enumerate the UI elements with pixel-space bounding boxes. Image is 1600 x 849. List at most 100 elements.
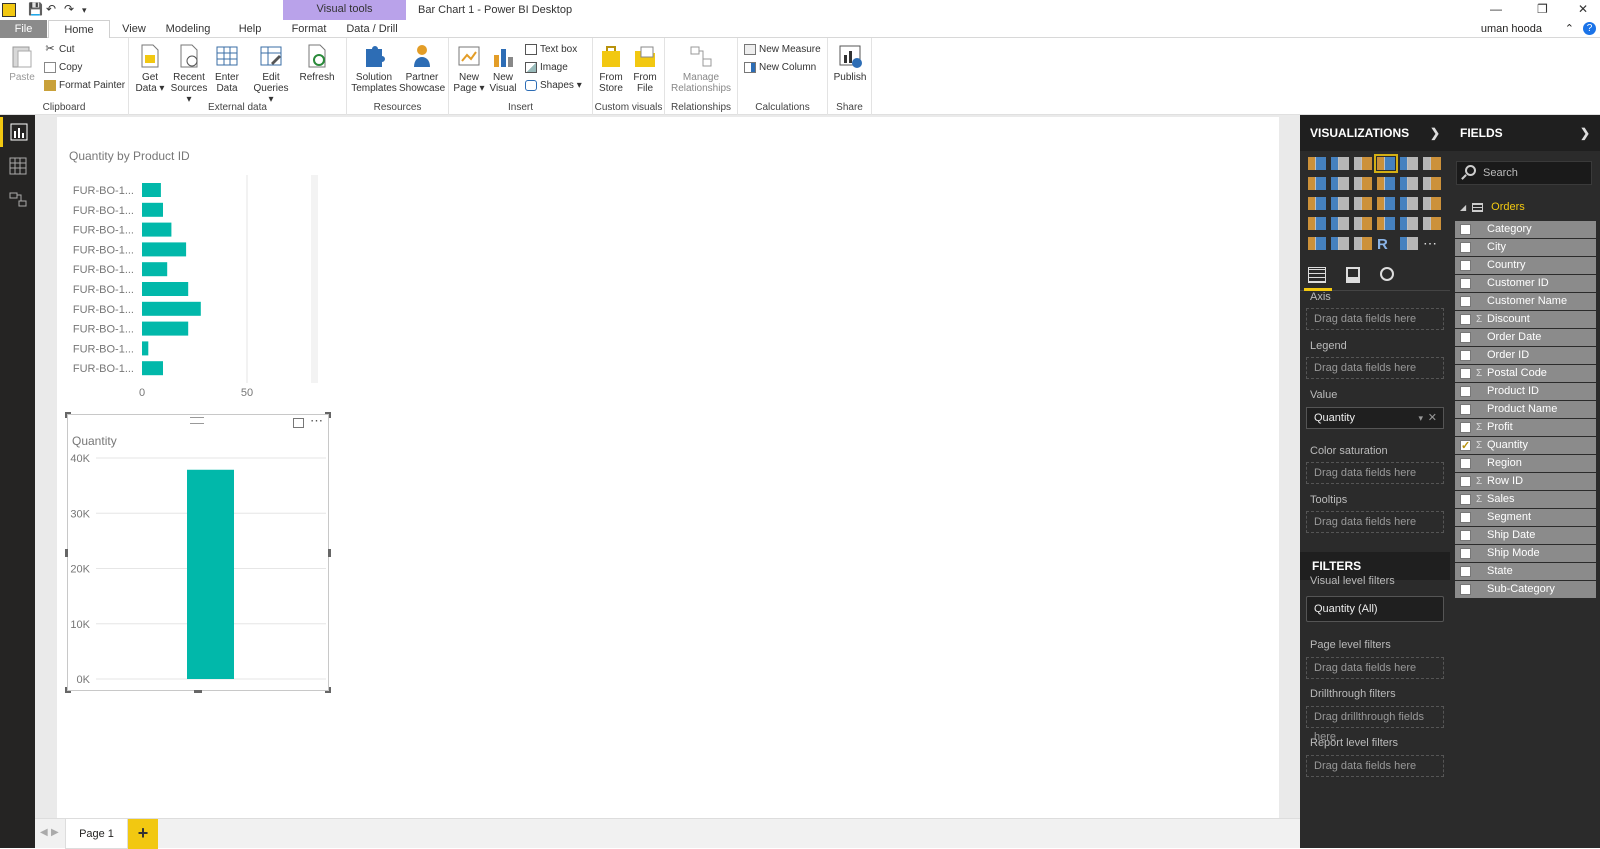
redo-icon[interactable]: ↷ — [64, 2, 74, 16]
field-item[interactable]: Customer ID — [1455, 275, 1596, 292]
add-page-button[interactable]: + — [128, 819, 158, 849]
quantity-visual[interactable]: Quantity ⋯ 0K 10K 20K 30K 40K — [65, 412, 331, 693]
field-item[interactable]: Customer Name — [1455, 293, 1596, 310]
minimize-icon[interactable]: — — [1490, 2, 1502, 16]
format-painter-button[interactable]: Format Painter — [44, 78, 125, 94]
100-stacked-column-visual-icon[interactable] — [1423, 157, 1441, 170]
field-checkbox[interactable] — [1460, 368, 1471, 379]
line-clustered-column-visual-icon[interactable] — [1400, 177, 1418, 190]
table-visual-icon[interactable] — [1331, 237, 1349, 250]
resize-handle[interactable] — [65, 549, 68, 557]
field-checkbox[interactable] — [1460, 458, 1471, 469]
globe-visual-icon[interactable] — [1400, 237, 1418, 250]
restore-icon[interactable]: ❐ — [1537, 2, 1548, 16]
field-item[interactable]: Ship Mode — [1455, 545, 1596, 562]
field-checkbox[interactable] — [1460, 278, 1471, 289]
matrix-visual-icon[interactable] — [1354, 237, 1372, 250]
quick-access-dropdown-icon[interactable]: ▾ — [82, 5, 87, 16]
collapse-fields-icon[interactable]: ❯ — [1580, 115, 1590, 151]
undo-icon[interactable]: ↶ — [46, 2, 56, 16]
fields-tab-icon[interactable] — [1308, 267, 1326, 283]
donut-visual-icon[interactable] — [1377, 197, 1395, 210]
slicer-visual-icon[interactable] — [1308, 237, 1326, 250]
field-item[interactable]: State — [1455, 563, 1596, 580]
collapse-visualizations-icon[interactable]: ❯ — [1430, 115, 1440, 151]
report-filters-well[interactable]: Drag data fields here — [1306, 755, 1444, 777]
field-checkbox[interactable] — [1460, 566, 1471, 577]
page-filters-well[interactable]: Drag data fields here — [1306, 657, 1444, 679]
remove-value-icon[interactable]: ✕ — [1428, 408, 1437, 428]
save-icon[interactable]: 💾 — [28, 2, 43, 16]
resize-handle[interactable] — [65, 412, 71, 418]
enter-data-button[interactable]: Enter Data — [211, 43, 243, 94]
field-checkbox[interactable] — [1460, 260, 1471, 271]
resize-handle[interactable] — [325, 412, 331, 418]
treemap-visual-icon[interactable] — [1400, 197, 1418, 210]
field-checkbox[interactable] — [1460, 512, 1471, 523]
map-visual-icon[interactable] — [1423, 197, 1441, 210]
field-checkbox[interactable] — [1460, 530, 1471, 541]
tab-file[interactable]: File — [0, 20, 47, 38]
from-store-button[interactable]: From Store — [595, 43, 627, 94]
gauge-visual-icon[interactable] — [1354, 217, 1372, 230]
value-well[interactable]: Quantity ▾ ✕ — [1306, 407, 1444, 429]
field-item[interactable]: Sub-Category — [1455, 581, 1596, 598]
collapse-ribbon-icon[interactable]: ⌃ — [1565, 22, 1574, 35]
field-item[interactable]: Product Name — [1455, 401, 1596, 418]
field-item[interactable]: Σ Discount — [1455, 311, 1596, 328]
cut-button[interactable]: ✂ Cut — [44, 42, 74, 58]
tab-home[interactable]: Home — [48, 20, 110, 39]
edit-queries-button[interactable]: Edit Queries ▾ — [251, 43, 291, 105]
new-column-button[interactable]: New Column — [744, 60, 816, 76]
manage-relationships-button[interactable]: Manage Relationships — [667, 43, 735, 94]
field-item[interactable]: Order ID — [1455, 347, 1596, 364]
field-checkbox[interactable] — [1460, 404, 1471, 415]
kpi-visual-icon[interactable] — [1423, 217, 1441, 230]
pie-visual-icon[interactable] — [1354, 197, 1372, 210]
scatter-visual-icon[interactable] — [1331, 197, 1349, 210]
stacked-column-visual-icon[interactable] — [1331, 157, 1349, 170]
new-visual-button[interactable]: New Visual — [487, 43, 519, 94]
field-item[interactable]: Region — [1455, 455, 1596, 472]
field-checkbox[interactable] — [1460, 314, 1471, 325]
axis-well[interactable]: Drag data fields here — [1306, 308, 1444, 330]
field-item[interactable]: Σ Quantity — [1455, 437, 1596, 455]
close-icon[interactable]: ✕ — [1578, 2, 1588, 16]
legend-well[interactable]: Drag data fields here — [1306, 357, 1444, 379]
text-box-button[interactable]: Text box — [525, 42, 577, 58]
field-checkbox[interactable] — [1460, 438, 1471, 455]
field-checkbox[interactable] — [1460, 224, 1471, 235]
field-checkbox[interactable] — [1460, 548, 1471, 559]
format-paint-roller-icon[interactable] — [1346, 267, 1360, 283]
field-checkbox[interactable] — [1460, 332, 1471, 343]
from-file-button[interactable]: From File — [629, 43, 661, 94]
page-tab[interactable]: Page 1 — [65, 819, 128, 849]
resize-handle[interactable] — [194, 690, 202, 693]
refresh-button[interactable]: Refresh — [297, 43, 337, 83]
tooltips-well[interactable]: Drag data fields here — [1306, 511, 1444, 533]
field-item[interactable]: City — [1455, 239, 1596, 256]
quantity-by-product-visual[interactable]: Quantity by Product ID FUR-BO-1... FUR-BO… — [65, 147, 325, 399]
help-icon[interactable]: ? — [1583, 22, 1596, 35]
expand-triangle-icon[interactable]: ◢ — [1460, 203, 1466, 212]
color-saturation-well[interactable]: Drag data fields here — [1306, 462, 1444, 484]
image-button[interactable]: Image — [525, 60, 568, 76]
multi-row-card-visual-icon[interactable] — [1400, 217, 1418, 230]
tab-format[interactable]: Format — [285, 20, 333, 38]
resize-handle[interactable] — [65, 687, 71, 693]
field-item[interactable]: Order Date — [1455, 329, 1596, 346]
value-dropdown-icon[interactable]: ▾ — [1418, 408, 1423, 428]
paste-button[interactable]: Paste — [6, 43, 38, 83]
analytics-magnifier-icon[interactable] — [1380, 267, 1394, 281]
field-item[interactable]: Segment — [1455, 509, 1596, 526]
field-checkbox[interactable] — [1460, 584, 1471, 595]
tab-modeling[interactable]: Modeling — [160, 20, 216, 38]
field-checkbox[interactable] — [1460, 350, 1471, 361]
field-checkbox[interactable] — [1460, 422, 1471, 433]
report-view-button[interactable] — [0, 117, 35, 147]
funnel-visual-icon[interactable] — [1331, 217, 1349, 230]
orders-table-header[interactable]: ◢ Orders — [1460, 201, 1525, 213]
waterfall-visual-icon[interactable] — [1308, 197, 1326, 210]
area-visual-icon[interactable] — [1331, 177, 1349, 190]
tab-view[interactable]: View — [112, 20, 156, 38]
